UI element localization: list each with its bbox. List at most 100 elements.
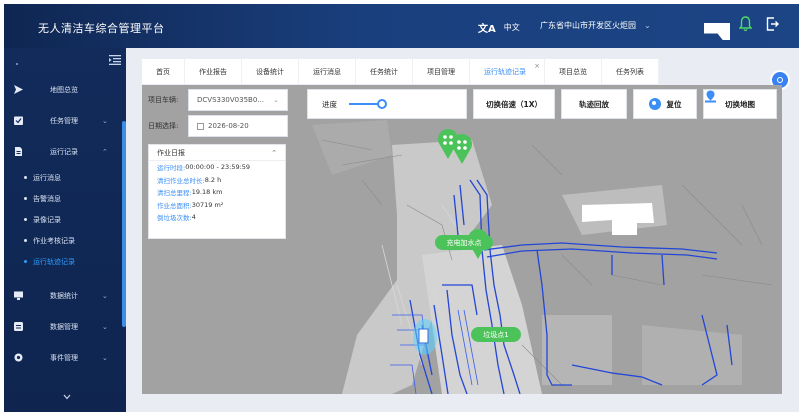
chevron-up-icon: ⌃ [102,147,108,156]
track-map[interactable]: 项目车辆: DCVS330V035B0... ⌄ 日期选择: 2026-08-2… [142,85,782,394]
tab-project-management[interactable]: 项目管理 [413,59,470,84]
tab-label: 项目管理 [427,67,455,76]
tab-label: 运行消息 [313,67,341,76]
sidebar-subitem-label: 运行消息 [33,173,61,182]
sidebar-subitem-label: 运行轨迹记录 [33,257,75,266]
bullet [24,260,27,263]
top-header: 无人清洁车综合管理平台 文A 中文 广东省中山市开发区火炬园 ⌄ [4,4,799,48]
chevron-down-icon: ⌄ [273,96,279,104]
chevron-down-icon[interactable] [63,393,71,401]
tab-home[interactable]: 首页 [142,59,185,84]
sidebar-subitem-run-messages[interactable]: 运行消息 [4,167,126,188]
sidebar-item-label: 运行记录 [50,147,78,156]
charge-point-label[interactable]: 充电加水点 [435,235,493,250]
main-content: 首页 作业报告 设备统计 运行消息 任务统计 项目管理 运行轨迹记录 × 项目总… [126,48,799,412]
sidebar-item-task-management[interactable]: 任务管理 ⌄ [4,105,126,136]
switch-map-button-label: 切换地图 [725,99,755,109]
tab-label: 运行轨迹记录 [484,67,526,76]
menu-fold-icon[interactable] [109,55,121,65]
tab-label: 设备统计 [256,67,284,76]
progress-label: 进度 [322,99,337,109]
reset-button[interactable]: 复位 [633,89,697,119]
region-label: 广东省中山市开发区火炬园 [540,21,636,30]
progress-knob[interactable] [377,99,387,109]
progress-slider[interactable] [349,99,409,109]
sidebar-item-data-management[interactable]: 数据管理 ⌄ [4,311,126,342]
send-icon [14,85,23,94]
sidebar-subitem-track-records[interactable]: 运行轨迹记录 [4,251,126,272]
bullet [24,176,27,179]
reset-button-label: 复位 [666,99,682,109]
sidebar-header [4,48,126,74]
speed-button[interactable]: 切换倍速（1X） [473,89,555,119]
region-select[interactable]: 广东省中山市开发区火炬园 ⌄ [540,20,651,31]
vehicle-filter: 项目车辆: DCVS330V035B0... ⌄ [148,89,288,111]
playback-button[interactable]: 轨迹回放 [561,89,627,119]
date-label: 日期选择: [148,122,179,130]
daily-report-row: 运行时段: 00:00:00 - 23:59:59 [157,163,251,173]
sidebar-subitem-alarm-messages[interactable]: 告警消息 [4,188,126,209]
tab-label: 作业报告 [199,67,227,76]
progress-control: 进度 [307,89,467,119]
sidebar-subitem-label: 告警消息 [33,194,61,203]
sidebar-item-map-overview[interactable]: 地图总览 [4,74,126,105]
sidebar-item-data-statistics[interactable]: 数据统计 ⌄ [4,280,126,311]
tab-device-statistics[interactable]: 设备统计 [242,59,299,84]
chevron-down-icon: ⌄ [102,353,108,362]
language-label: 中文 [503,23,520,32]
tab-label: 项目总览 [559,67,587,76]
bell-icon[interactable] [739,16,752,32]
app-title: 无人清洁车综合管理平台 [38,22,165,35]
tab-task-statistics[interactable]: 任务统计 [356,59,413,84]
chevron-down-icon: ⌄ [102,116,108,125]
tab-track-records[interactable]: 运行轨迹记录 × [470,59,545,84]
playback-button-label: 轨迹回放 [579,99,609,109]
event-icon [14,353,23,362]
tab-label: 任务列表 [616,67,644,76]
daily-report-panel: 作业日报 ⌃ 运行时段: 00:00:00 - 23:59:59 清扫作业总时长… [148,144,286,239]
calendar-icon [197,122,204,130]
trash-point-label[interactable]: 垃圾点1 [471,327,521,342]
chevron-down-icon: ⌄ [102,322,108,331]
sidebar-item-event-management[interactable]: 事件管理 ⌄ [4,342,126,373]
avatar[interactable] [704,23,730,40]
translate-icon: 文A [478,24,496,35]
sidebar-subitem-video-records[interactable]: 录像记录 [4,209,126,230]
exit-icon[interactable] [766,17,779,31]
tab-run-messages[interactable]: 运行消息 [299,59,356,84]
sidebar-dot [16,63,18,65]
tab-project-overview[interactable]: 项目总览 [545,59,602,84]
chevron-down-icon: ⌄ [644,21,651,30]
monitor-icon [14,291,23,300]
vehicle-select[interactable]: DCVS330V035B0... ⌄ [188,89,288,111]
daily-report-row: 倒垃圾次数: 4 [157,213,196,223]
vehicle-label: 项目车辆: [148,96,179,104]
daily-report-header[interactable]: 作业日报 ⌃ [149,145,285,161]
date-filter: 日期选择: 2026-08-20 [148,115,288,137]
sidebar: 地图总览 任务管理 ⌄ 运行记录 ⌃ 运行消息 告警消息 录像记录 作业考核记录… [4,48,126,412]
sidebar-item-run-records[interactable]: 运行记录 ⌃ [4,136,126,167]
daily-report-row: 清扫总里程: 19.18 km [157,188,223,198]
bullet [24,239,27,242]
tab-work-report[interactable]: 作业报告 [185,59,242,84]
switch-map-button[interactable]: 切换地图 [703,89,777,119]
close-icon[interactable]: × [534,62,540,70]
vehicle-value: DCVS330V035B0... [197,96,264,104]
chevron-down-icon: ⌄ [102,291,108,300]
tab-label: 任务统计 [370,67,398,76]
chevron-up-icon: ⌃ [271,148,277,157]
tab-task-list[interactable]: 任务列表 [602,59,659,84]
language-switch[interactable]: 文A 中文 [478,20,520,35]
date-picker[interactable]: 2026-08-20 [188,115,288,137]
sidebar-item-label: 事件管理 [50,353,78,362]
date-value: 2026-08-20 [208,122,249,130]
sidebar-item-label: 地图总览 [50,85,78,94]
daily-report-row: 清扫作业总时长: 8.2 h [157,175,222,185]
sidebar-subitem-work-assessment[interactable]: 作业考核记录 [4,230,126,251]
sidebar-item-label: 任务管理 [50,116,78,125]
file-icon [15,147,22,156]
bullet [24,197,27,200]
sidebar-item-label: 数据统计 [50,291,78,300]
map-pin-icon [705,90,716,103]
